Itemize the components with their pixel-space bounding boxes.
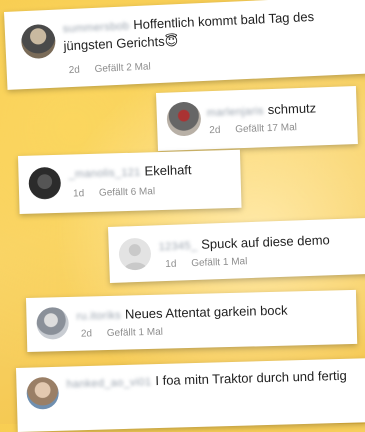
comment-card-1: summersbob Hoffentlich kommt bald Tag des… — [4, 0, 365, 90]
username[interactable]: ru.itoriks — [76, 310, 121, 323]
halo-smiley-emoji: 😇 — [164, 33, 179, 49]
default-avatar-icon[interactable] — [118, 237, 152, 271]
username[interactable]: _manolis_121 — [68, 167, 140, 181]
comment-age: 2d — [209, 124, 221, 137]
comment-text: Spuck auf diese demo — [200, 232, 330, 252]
like-count[interactable]: Gefällt 2 Mal — [94, 61, 151, 75]
username[interactable]: marlenjaris — [207, 105, 264, 119]
username[interactable]: 12345_ — [159, 240, 198, 253]
comment-age: 2d — [68, 64, 81, 77]
avatar[interactable] — [166, 101, 202, 137]
like-count[interactable]: Gefällt 6 Mal — [99, 186, 155, 199]
comment-card-5: ru.itoriks Neues Attentat garkein bock 2d… — [26, 289, 358, 352]
comment-card-2: marlenjaris schmutz 2d Gefällt 17 Mal — [156, 86, 358, 151]
comment-text: Ekelhaft — [144, 162, 192, 179]
like-count[interactable]: Gefällt 17 Mal — [235, 122, 297, 135]
comment-age: 1d — [165, 258, 177, 271]
avatar[interactable] — [28, 166, 62, 200]
avatar[interactable] — [20, 23, 57, 60]
like-count[interactable]: Gefällt 1 Mal — [191, 256, 247, 269]
comment-age: 2d — [80, 328, 93, 340]
comment-card-3: _manolis_121 Ekelhaft 1d Gefällt 6 Mal — [18, 149, 242, 214]
like-count[interactable]: Gefällt 1 Mal — [107, 327, 163, 339]
avatar[interactable] — [26, 376, 60, 410]
username[interactable]: summersbob — [63, 20, 130, 35]
comment-card-6: hanked_ao_vi01 I foa mitn Traktor durch u… — [16, 358, 365, 432]
comment-age: 1d — [72, 188, 85, 200]
comment-text: schmutz — [267, 100, 317, 118]
avatar[interactable] — [36, 306, 70, 340]
username[interactable]: hanked_ao_vi01 — [66, 376, 151, 390]
comment-collage: { "comments": [ {"username": "summersbob… — [0, 0, 365, 432]
comment-text: Neues Attentat garkein bock — [124, 302, 288, 322]
comment-card-4: 12345_ Spuck auf diese demo 1d Gefällt 1 … — [108, 217, 365, 283]
comment-text: I foa mitn Traktor durch und fertig — [155, 367, 347, 389]
